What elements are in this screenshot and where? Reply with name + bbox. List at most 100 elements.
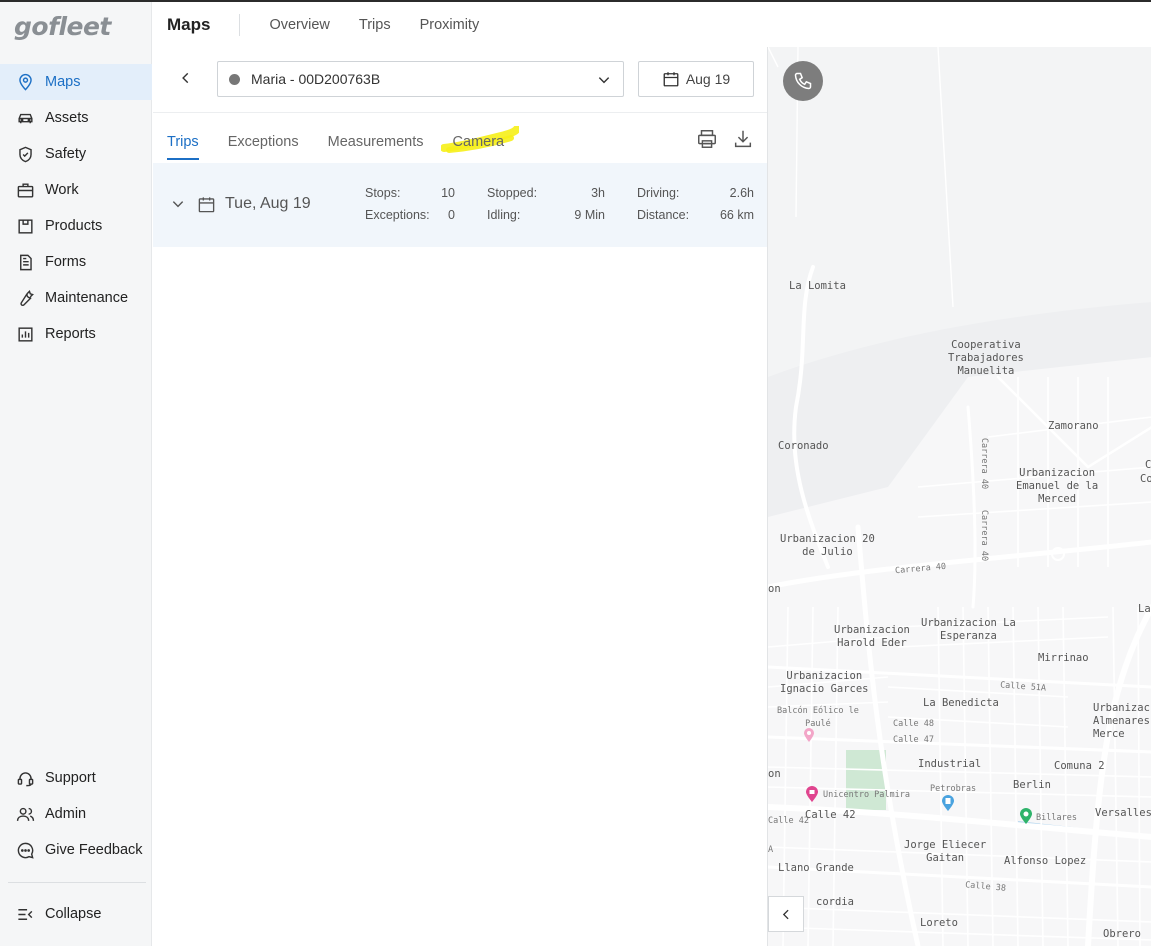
map-label-balcon: Balcón Eólico le Paulé xyxy=(777,706,859,729)
stops-label: Stops: xyxy=(365,186,401,200)
briefcase-icon xyxy=(17,182,34,198)
sidebar-item-label: Give Feedback xyxy=(45,842,143,858)
chevron-down-icon[interactable] xyxy=(171,197,185,211)
phone-icon xyxy=(794,72,812,90)
sidebar-item-forms[interactable]: Forms xyxy=(0,244,152,280)
idling-value: 9 Min xyxy=(574,208,605,222)
sidebar-nav: Maps Assets Safety Work Products Forms M… xyxy=(0,64,152,352)
sidebar-item-reports[interactable]: Reports xyxy=(0,316,152,352)
shield-icon xyxy=(19,146,32,162)
box-icon xyxy=(18,218,33,234)
page-title: Maps xyxy=(167,14,211,34)
billiards-pin-icon[interactable] xyxy=(1019,807,1033,825)
map-label-mirrinao: Mirrinao xyxy=(1038,652,1089,664)
device-select[interactable]: Maria - 00D200763B xyxy=(217,61,624,97)
sidebar-item-label: Products xyxy=(45,218,103,234)
map-label-calle-42-b: Calle 42 xyxy=(805,809,856,821)
sidebar-item-support[interactable]: Support xyxy=(0,760,152,796)
map-label-alfonso-lopez: Alfonso Lopez xyxy=(1004,855,1087,867)
map-label-concordia: cordia xyxy=(816,896,854,908)
map-label-jorge-eliecer-gaitan: Jorge Eliecer Gaitan xyxy=(904,839,987,864)
calendar-icon xyxy=(198,197,215,213)
stops-value: 10 xyxy=(441,186,455,200)
map-label-ignacio-garces: Urbanizacion Ignacio Garces xyxy=(780,670,869,695)
map-label-calle-48: Calle 48 xyxy=(893,719,934,729)
map-collapse-button[interactable] xyxy=(768,896,804,932)
tab-trips[interactable]: Trips xyxy=(167,134,199,160)
header-link-trips[interactable]: Trips xyxy=(359,17,391,33)
sidebar-item-maps[interactable]: Maps xyxy=(0,64,152,100)
map-label-la-benedicta: La Benedicta xyxy=(923,697,999,709)
map-pin-icon xyxy=(19,73,32,91)
wrench-icon xyxy=(20,289,34,306)
map-label-edge-co: Co xyxy=(1140,473,1151,485)
header-link-proximity[interactable]: Proximity xyxy=(420,17,480,33)
chat-icon xyxy=(17,842,34,859)
download-button[interactable] xyxy=(732,128,754,150)
sidebar-item-safety[interactable]: Safety xyxy=(0,136,152,172)
sidebar-item-label: Maintenance xyxy=(45,290,129,306)
chevron-left-icon xyxy=(782,909,789,919)
sidebar-item-label: Assets xyxy=(45,110,89,126)
back-button[interactable] xyxy=(175,67,197,89)
tab-camera[interactable]: Camera xyxy=(453,134,505,160)
map-label-edge-on-2: on xyxy=(768,768,781,780)
map-label-calle-42-a: Calle 42 xyxy=(768,816,809,826)
printer-icon xyxy=(698,130,716,148)
sidebar-item-label: Work xyxy=(45,182,79,198)
map-label-edge-on-1: on xyxy=(768,583,781,595)
collapse-button[interactable]: Collapse xyxy=(0,896,152,932)
calendar-icon xyxy=(663,72,679,87)
gofleet-logo[interactable]: gofleet xyxy=(14,12,111,41)
tab-measurements[interactable]: Measurements xyxy=(328,134,424,160)
sidebar-collapse: Collapse xyxy=(0,896,152,932)
date-picker-button[interactable]: Aug 19 xyxy=(638,61,754,97)
map-label-berlin: Berlin xyxy=(1013,779,1051,791)
sidebar-item-assets[interactable]: Assets xyxy=(0,100,152,136)
stopped-label: Stopped: xyxy=(487,186,538,200)
call-button[interactable] xyxy=(783,61,823,101)
shopping-pin-icon[interactable] xyxy=(805,785,819,803)
map-label-comuna-2: Comuna 2 xyxy=(1054,760,1105,772)
sidebar-item-label: Admin xyxy=(45,806,87,822)
header-divider xyxy=(239,13,241,36)
map-label-la-lomita: La Lomita xyxy=(789,280,846,292)
map-label-edge-la: La xyxy=(1138,603,1151,615)
gas-station-pin-icon[interactable] xyxy=(941,794,955,812)
distance-label: Distance: xyxy=(637,208,690,222)
header-link-overview[interactable]: Overview xyxy=(269,17,329,33)
driving-value: 2.6h xyxy=(729,186,754,200)
map-label-cooperativa: Cooperativa Trabajadores Manuelita xyxy=(948,339,1024,377)
map-label-coronado: Coronado xyxy=(778,440,829,452)
collapse-label: Collapse xyxy=(45,906,102,922)
map-label-edge-a: A xyxy=(768,845,774,855)
exceptions-value: 0 xyxy=(448,208,455,222)
map-view[interactable]: La Lomita Cooperativa Trabajadores Manue… xyxy=(767,47,1151,946)
map-label-billares: Billares xyxy=(1036,813,1077,823)
map-label-calle-47: Calle 47 xyxy=(893,735,934,745)
driving-label: Driving: xyxy=(637,186,680,200)
sidebar-item-work[interactable]: Work xyxy=(0,172,152,208)
sidebar-item-admin[interactable]: Admin xyxy=(0,796,152,832)
sidebar-item-products[interactable]: Products xyxy=(0,208,152,244)
idling-label: Idling: xyxy=(487,208,521,222)
sidebar-item-label: Safety xyxy=(45,146,87,162)
trip-day-label: Tue, Aug 19 xyxy=(225,195,311,212)
panel-divider xyxy=(153,112,767,113)
map-label-llano-grande: Llano Grande xyxy=(778,862,854,874)
car-icon xyxy=(18,113,33,123)
trip-tabs: Trips Exceptions Measurements Camera xyxy=(167,134,533,160)
sidebar-item-maintenance[interactable]: Maintenance xyxy=(0,280,152,316)
poi-pin-icon[interactable] xyxy=(803,727,815,743)
map-label-emanuel: Urbanizacion Emanuel de la Merced xyxy=(1016,467,1099,505)
map-label-unicentro: Unicentro Palmira xyxy=(823,790,910,800)
print-button[interactable] xyxy=(696,128,718,150)
tab-exceptions[interactable]: Exceptions xyxy=(228,134,299,160)
sidebar-divider xyxy=(8,882,146,883)
sidebar-item-give-feedback[interactable]: Give Feedback xyxy=(0,832,152,868)
document-icon xyxy=(20,254,32,270)
trip-day-row[interactable]: Tue, Aug 19 Stops: 10 Exceptions: 0 Stop… xyxy=(153,163,767,247)
download-icon xyxy=(734,130,752,148)
headset-icon xyxy=(17,771,34,786)
device-status-dot xyxy=(229,73,240,85)
